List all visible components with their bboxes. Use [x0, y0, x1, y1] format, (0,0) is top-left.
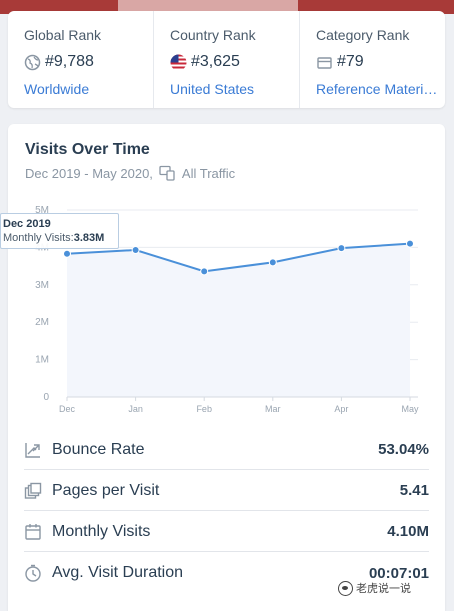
country-rank: Country Rank #3,625 United States	[153, 11, 299, 108]
y-tick-label: 0	[43, 392, 49, 403]
metric-value: 4.10M	[387, 523, 429, 540]
global-rank-link[interactable]: Worldwide	[24, 81, 149, 97]
date-range: Dec 2019 - May 2020,	[25, 165, 153, 181]
category-rank-link[interactable]: Reference Materi…	[316, 81, 441, 97]
metric-label: Monthly Visits	[52, 522, 151, 540]
metric-value: 00:07:01	[368, 564, 429, 582]
chart-title: Visits Over Time	[25, 141, 150, 158]
calendar-icon	[25, 523, 41, 540]
data-point	[268, 258, 277, 267]
x-tick-label: Dec	[59, 404, 76, 414]
data-point	[131, 246, 140, 255]
metric-bounce-rate: Bounce Rate 53.04%	[24, 430, 429, 470]
chart-subtitle: Dec 2019 - May 2020, All Traffic	[25, 165, 235, 181]
tooltip-date: Dec 2019	[3, 218, 51, 230]
category-rank-value: #79	[337, 53, 364, 70]
y-tick-label: 2M	[35, 317, 49, 328]
rank-card: Global Rank #9,788 Worldwide Country Ran…	[8, 11, 445, 108]
metric-label: Bounce Rate	[52, 440, 145, 458]
country-rank-title: Country Rank	[170, 27, 256, 43]
metric-monthly-visits: Monthly Visits 4.10M	[24, 512, 429, 552]
x-tick-label: Apr	[334, 404, 348, 414]
watermark-text: 老虎说一说	[356, 583, 411, 595]
visits-card: Visits Over Time Dec 2019 - May 2020, Al…	[0, 124, 445, 611]
metric-value: 5.41	[399, 482, 429, 499]
global-rank-title: Global Rank	[24, 27, 102, 43]
category-rank: Category Rank #79 Reference Materi…	[299, 11, 445, 108]
data-point	[337, 244, 346, 253]
y-tick-label: 3M	[35, 280, 49, 291]
watermark: 老虎说一说	[338, 580, 411, 596]
tooltip-value: 3.83M	[73, 232, 105, 244]
global-rank: Global Rank #9,788 Worldwide	[8, 11, 153, 108]
y-tick-label: 1M	[35, 355, 49, 366]
wechat-logo-icon	[338, 580, 353, 596]
category-icon	[317, 56, 332, 69]
x-tick-label: Mar	[265, 404, 281, 414]
global-rank-value: #9,788	[45, 53, 94, 70]
globe-icon	[24, 54, 41, 70]
x-tick-label: Jan	[128, 404, 143, 414]
country-rank-link[interactable]: United States	[170, 81, 295, 97]
x-tick-label: Feb	[196, 404, 212, 414]
bounce-rate-icon	[25, 442, 40, 458]
metric-value: 53.04%	[378, 441, 429, 458]
traffic-label: All Traffic	[181, 165, 236, 181]
data-point	[200, 267, 209, 276]
metric-label: Pages per Visit	[52, 481, 160, 499]
data-point	[406, 239, 414, 248]
metric-label: Avg. Visit Duration	[52, 564, 184, 581]
x-tick-label: May	[401, 404, 419, 414]
all-traffic-icon	[159, 165, 175, 181]
chart-tooltip: Dec 2019 Monthly Visits:3.83M	[0, 213, 119, 249]
data-point	[63, 249, 71, 258]
metric-pages-per-visit: Pages per Visit 5.41	[24, 471, 429, 511]
pages-icon	[24, 482, 42, 499]
category-rank-title: Category Rank	[316, 27, 410, 43]
us-flag-icon	[170, 54, 187, 70]
tooltip-label: Monthly Visits:	[3, 232, 74, 244]
country-rank-value: #3,625	[191, 53, 240, 70]
timer-icon	[25, 564, 41, 582]
